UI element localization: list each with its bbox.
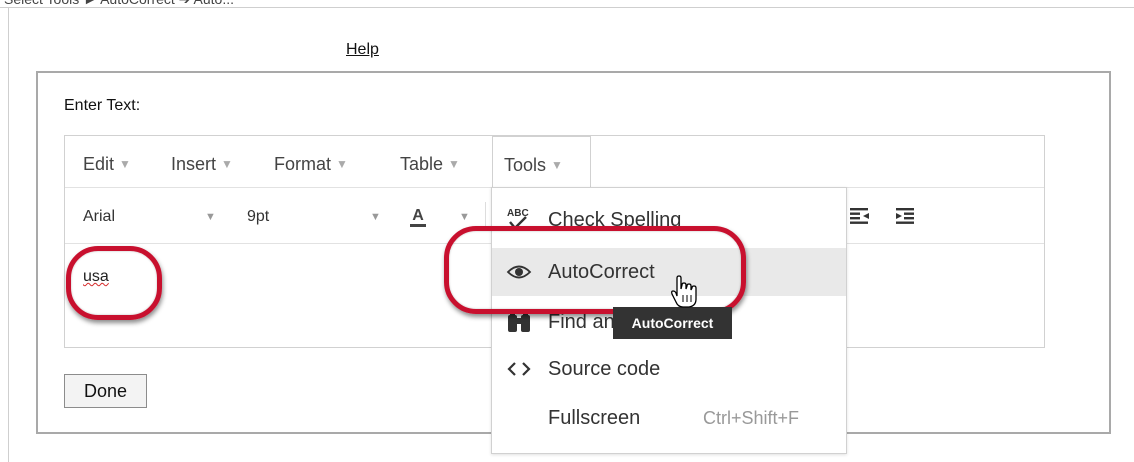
font-size-select[interactable]: 9pt <box>247 188 269 244</box>
caret-down-icon: ▼ <box>119 157 131 171</box>
done-button[interactable]: Done <box>64 374 147 408</box>
divider <box>485 202 486 228</box>
menu-label: Table <box>400 154 444 174</box>
highlight-circle <box>66 246 162 320</box>
font-family-select[interactable]: Arial <box>83 188 115 244</box>
caret-down-icon: ▼ <box>205 211 216 223</box>
indent-increase-icon[interactable] <box>895 206 917 226</box>
divider <box>8 7 9 462</box>
menu-label: Edit <box>83 154 115 174</box>
font-color-glyph: A <box>412 207 424 224</box>
editor-label: Enter Text: <box>64 97 141 114</box>
caret-down-icon: ▼ <box>336 157 348 171</box>
indent-decrease-icon[interactable] <box>849 206 871 226</box>
divider <box>0 7 1134 8</box>
font-color-button[interactable]: A <box>409 206 427 228</box>
caret-down-icon: ▼ <box>551 158 563 172</box>
tooltip: AutoCorrect <box>613 307 732 339</box>
menu-label: Format <box>274 154 332 174</box>
menu-edit[interactable]: Edit ▼ <box>83 136 131 188</box>
menu-item-source-code[interactable]: Source code <box>492 345 846 393</box>
menu-item-label: Fullscreen <box>548 407 641 429</box>
menubar: Edit ▼ Insert ▼ Format ▼ Table ▼ Tools ▼ <box>65 136 1044 189</box>
highlight-circle <box>444 226 746 314</box>
menu-insert[interactable]: Insert ▼ <box>171 136 233 188</box>
code-icon <box>507 362 531 376</box>
menu-label: Insert <box>171 154 217 174</box>
keyboard-shortcut: Ctrl+Shift+F <box>703 408 800 428</box>
menu-label: Tools <box>504 155 547 175</box>
help-link[interactable]: Help <box>346 41 379 59</box>
menu-format[interactable]: Format ▼ <box>274 136 348 188</box>
hand-cursor-icon <box>671 275 697 308</box>
menu-tools[interactable]: Tools ▼ <box>492 136 591 189</box>
menu-item-label: Source code <box>548 358 661 380</box>
caret-down-icon: ▼ <box>448 157 460 171</box>
caret-down-icon: ▼ <box>370 211 381 223</box>
caret-down-icon: ▼ <box>221 157 233 171</box>
menu-item-fullscreen[interactable]: Fullscreen Ctrl+Shift+F <box>492 394 846 442</box>
color-swatch <box>410 224 426 227</box>
menu-table[interactable]: Table ▼ <box>400 136 460 188</box>
